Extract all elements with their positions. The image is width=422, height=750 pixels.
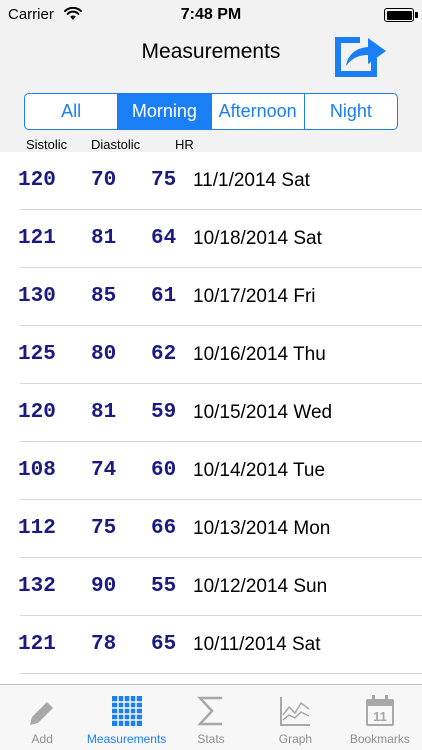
table-row[interactable]: 112 75 66 10/13/2014 Mon [0, 500, 422, 558]
diastolic-value: 80 [91, 343, 117, 366]
systolic-value: 120 [18, 401, 56, 424]
segment-morning[interactable]: Morning [118, 94, 212, 129]
measurement-date: 10/13/2014 Mon [193, 518, 331, 539]
measurement-date: 10/16/2014 Thu [193, 344, 326, 365]
measurement-date: 10/14/2014 Tue [193, 460, 326, 481]
segment-afternoon[interactable]: Afternoon [212, 94, 305, 129]
segment-night[interactable]: Night [305, 94, 397, 129]
table-row[interactable]: 130 85 61 10/17/2014 Fri [0, 268, 422, 326]
diastolic-value: 75 [91, 517, 117, 540]
diastolic-value: 81 [91, 227, 117, 250]
diastolic-value: 78 [91, 633, 117, 656]
grid-icon [109, 693, 145, 729]
status-bar: Carrier 7:48 PM [0, 0, 422, 30]
heart-rate-value: 75 [151, 169, 177, 192]
column-header-systolic: Sistolic [26, 137, 68, 152]
graph-icon [277, 693, 313, 729]
time-of-day-segmented-control: All Morning Afternoon Night [24, 93, 398, 130]
measurement-date: 10/18/2014 Sat [193, 228, 322, 249]
heart-rate-value: 59 [151, 401, 177, 424]
heart-rate-value: 55 [151, 575, 177, 598]
heart-rate-value: 62 [151, 343, 177, 366]
segment-all[interactable]: All [25, 94, 119, 129]
systolic-value: 130 [18, 285, 56, 308]
sigma-icon [193, 693, 229, 729]
tab-label: Graph [278, 732, 313, 746]
battery-icon [384, 8, 414, 22]
battery-tip [415, 12, 418, 18]
measurements-list[interactable]: 120 70 75 11/1/2014 Sat 121 81 64 10/18/2014 Sa… [0, 152, 422, 684]
tab-stats[interactable]: Stats [169, 685, 253, 750]
table-row[interactable]: 120 81 59 10/15/2014 Wed [0, 384, 422, 442]
heart-rate-value: 60 [151, 459, 177, 482]
table-row[interactable]: 108 74 60 10/14/2014 Tue [0, 442, 422, 500]
tab-bookmarks[interactable]: 11 Bookmarks [338, 685, 422, 750]
systolic-value: 121 [18, 633, 56, 656]
tab-measurements[interactable]: Measurements [84, 685, 168, 750]
status-time: 7:48 PM [180, 6, 242, 23]
systolic-value: 132 [18, 575, 56, 598]
share-icon[interactable] [332, 30, 390, 78]
svg-text:11: 11 [373, 709, 387, 724]
calendar-icon: 11 [362, 693, 398, 729]
tab-graph[interactable]: Graph [253, 685, 337, 750]
table-row[interactable]: 121 81 64 10/18/2014 Sat [0, 210, 422, 268]
diastolic-value: 90 [91, 575, 117, 598]
column-header-diastolic: Diastolic [91, 137, 141, 152]
systolic-value: 120 [18, 169, 56, 192]
diastolic-value: 70 [91, 169, 117, 192]
measurement-date: 10/12/2014 Sun [193, 576, 328, 597]
table-row[interactable]: 125 80 62 10/16/2014 Thu [0, 326, 422, 384]
diastolic-value: 81 [91, 401, 117, 424]
tab-add[interactable]: Add [0, 685, 84, 750]
header-area: Carrier 7:48 PM Measurements All Morning A… [0, 0, 422, 152]
tab-label: Bookmarks [349, 732, 410, 746]
heart-rate-value: 61 [151, 285, 177, 308]
heart-rate-value: 65 [151, 633, 177, 656]
heart-rate-value: 66 [151, 517, 177, 540]
tab-label: Add [31, 732, 53, 746]
tab-bar: Add Measurements Stats Graph 11 Bookmarks [0, 684, 422, 750]
measurement-date: 10/15/2014 Wed [193, 402, 333, 423]
systolic-value: 125 [18, 343, 56, 366]
measurement-date: 10/11/2014 Sat [193, 634, 321, 655]
systolic-value: 108 [18, 459, 56, 482]
table-row[interactable]: 121 78 65 10/11/2014 Sat [0, 616, 422, 674]
diastolic-value: 85 [91, 285, 117, 308]
pencil-icon [24, 693, 60, 729]
measurement-date: 11/1/2014 Sat [193, 170, 310, 191]
tab-label: Stats [197, 732, 225, 746]
table-row[interactable]: 120 70 75 11/1/2014 Sat [0, 152, 422, 210]
column-header-hr: HR [175, 137, 194, 152]
heart-rate-value: 64 [151, 227, 177, 250]
systolic-value: 121 [18, 227, 56, 250]
table-row[interactable]: 132 90 55 10/12/2014 Sun [0, 558, 422, 616]
measurement-date: 10/17/2014 Fri [193, 286, 316, 307]
diastolic-value: 74 [91, 459, 117, 482]
tab-label: Measurements [86, 732, 167, 746]
systolic-value: 112 [18, 517, 56, 540]
